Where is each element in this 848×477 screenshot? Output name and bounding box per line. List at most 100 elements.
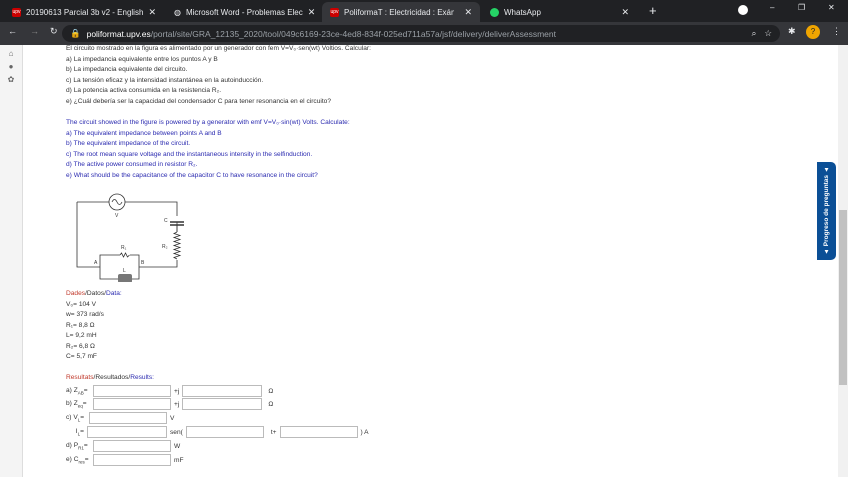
label-zeq: b) Zeq= (66, 399, 87, 409)
left-sidebar: ⌂ ● ✿ (0, 45, 23, 477)
answer-zeq: b) Zeq= +j Ω (66, 398, 273, 410)
q-line: e) ¿Cuál debería ser la capacidad del co… (66, 97, 332, 105)
j-label: +j (174, 387, 180, 395)
whatsapp-icon (490, 7, 499, 17)
inductor-icon (118, 274, 132, 282)
tab-label: WhatsApp (504, 7, 541, 17)
scrollbar-thumb[interactable] (839, 210, 847, 385)
q-line: The circuit showed in the figure is powe… (66, 119, 350, 126)
url-host: poliformat.upv.es (86, 28, 151, 39)
question-text: El circuito mostrado en la figura es ali… (66, 45, 371, 181)
label-cres: e) Cres= (66, 455, 89, 465)
tplus-label: t+ (270, 428, 277, 436)
unit-volt: V (170, 414, 175, 422)
star-icon[interactable]: ☆ (764, 28, 772, 39)
label-zab: a) ZAB= (66, 386, 88, 396)
address-bar: ← → ↻ 🔒 poliformat.upv.es/portal/site/GRA… (0, 22, 848, 45)
q-line: d) The active power consumed in resistor… (66, 161, 198, 168)
zab-real-input[interactable] (93, 385, 171, 397)
zoom-icon[interactable]: ⌕ (752, 28, 757, 39)
label-pr1: d) PR1= (66, 441, 88, 451)
il-omega-input[interactable] (185, 426, 264, 438)
q-line: a) La impedancia equivalente entre los p… (66, 55, 218, 63)
header-ca: Resultats (66, 373, 94, 381)
data-c: C= 5,7 mF (66, 353, 97, 360)
vl-input[interactable] (89, 412, 167, 424)
pr1-input[interactable] (93, 440, 171, 452)
tab-bar: upv 20190613 Parcial 3b v2 - English ✕ ◍ Mi… (0, 0, 848, 22)
close-icon[interactable]: ✕ (148, 7, 156, 18)
label-r1: R₁ (121, 245, 127, 251)
url-input[interactable]: 🔒 poliformat.upv.es/portal/site/GRA_12135… (62, 25, 780, 42)
il-amplitude-input[interactable] (87, 426, 167, 438)
sen-label: sen( (170, 428, 183, 436)
q-line: b) The equivalent impedance of the circu… (66, 140, 191, 147)
tab-whatsapp[interactable]: WhatsApp ✕ (482, 2, 637, 22)
tab-poliformat[interactable]: upv PoliformaT : Electricidad : Exámen ✕ (322, 2, 480, 22)
answer-il: IL= sen( t+ ) A (66, 426, 369, 438)
label-v: V (115, 213, 119, 219)
url-path: /portal/site/GRA_12135_2020/tool/049c616… (150, 28, 556, 39)
cres-input[interactable] (93, 454, 171, 466)
label-il: IL= (75, 427, 84, 437)
forward-icon[interactable]: → (30, 26, 39, 36)
zeq-real-input[interactable] (93, 398, 171, 410)
maximize-button[interactable]: ❐ (798, 3, 805, 12)
unit-amp: ) A (360, 428, 369, 436)
profile-icon[interactable] (738, 5, 748, 15)
tab-label: 20190613 Parcial 3b v2 - English (26, 7, 144, 17)
results-header: Resultats/Resultados/Results: (66, 373, 154, 384)
question-en: The circuit showed in the figure is powe… (66, 118, 371, 181)
close-icon[interactable]: ✕ (464, 7, 472, 18)
minimize-button[interactable]: – (770, 3, 774, 12)
globe-icon: ◍ (174, 7, 181, 17)
header-en: Results: (130, 373, 155, 381)
question-progress-button[interactable]: ▲ Progreso de preguntas ▲ (817, 162, 836, 260)
q-line: El circuito mostrado en la figura es ali… (66, 45, 371, 52)
j-label: +j (174, 400, 180, 408)
data-r2: R₂= 6,8 Ω (66, 342, 95, 350)
unit-ohm: Ω (268, 400, 274, 408)
answer-zab: a) ZAB= +j Ω (66, 385, 273, 397)
label-r2: R₂ (162, 244, 168, 250)
menu-icon[interactable]: ⋮ (832, 26, 841, 37)
label-vl: c) VL= (66, 413, 85, 423)
unit-ohm: Ω (268, 387, 274, 395)
header-es: Resultados (95, 373, 129, 381)
data-l: L= 9,2 mH (66, 332, 97, 339)
reload-icon[interactable]: ↻ (50, 26, 58, 37)
data-header: Dades/Datos/Data: (66, 289, 154, 300)
help-extension-icon[interactable]: ? (806, 25, 820, 39)
close-window-button[interactable]: ✕ (828, 3, 835, 12)
question-es: El circuito mostrado en la figura es ali… (66, 44, 371, 107)
tab-parcial[interactable]: upv 20190613 Parcial 3b v2 - English ✕ (4, 2, 164, 22)
data-w: w= 373 rad/s (66, 311, 104, 318)
scrollbar[interactable] (838, 45, 848, 477)
back-icon[interactable]: ← (8, 26, 17, 36)
il-phase-input[interactable] (279, 426, 358, 438)
q-line: b) La impedancia equivalente del circuit… (66, 66, 188, 73)
label-l: L (123, 268, 126, 274)
answer-vl: c) VL= V (66, 412, 174, 424)
info-icon[interactable]: ● (0, 62, 22, 71)
circuit-diagram: V C R₁ R₂ L A B (76, 193, 184, 282)
tab-label: Microsoft Word - Problemas Elec (185, 7, 303, 17)
label-b: B (141, 260, 145, 266)
header-ca: Dades (66, 290, 86, 297)
close-icon[interactable]: ✕ (308, 7, 316, 18)
gear-icon[interactable]: ✿ (0, 75, 22, 84)
data-v0: V₀= 104 V (66, 300, 97, 308)
extensions-icon[interactable]: ✱ (788, 26, 796, 37)
zeq-imag-input[interactable] (182, 398, 263, 410)
zab-imag-input[interactable] (182, 385, 263, 397)
upv-icon: upv (330, 7, 339, 17)
home-icon[interactable]: ⌂ (0, 49, 22, 58)
q-line: a) The equivalent impedance between poin… (66, 129, 222, 137)
q-line: d) La potencia activa consumida en la re… (66, 87, 222, 94)
q-line: e) What should be the capacitance of the… (66, 171, 318, 179)
unit-watt: W (174, 442, 181, 450)
answer-cres: e) Cres= mF (66, 454, 184, 466)
tab-word[interactable]: ◍ Microsoft Word - Problemas Elec ✕ (166, 2, 318, 22)
close-icon[interactable]: ✕ (621, 7, 629, 18)
new-tab-button[interactable]: + (649, 3, 657, 18)
